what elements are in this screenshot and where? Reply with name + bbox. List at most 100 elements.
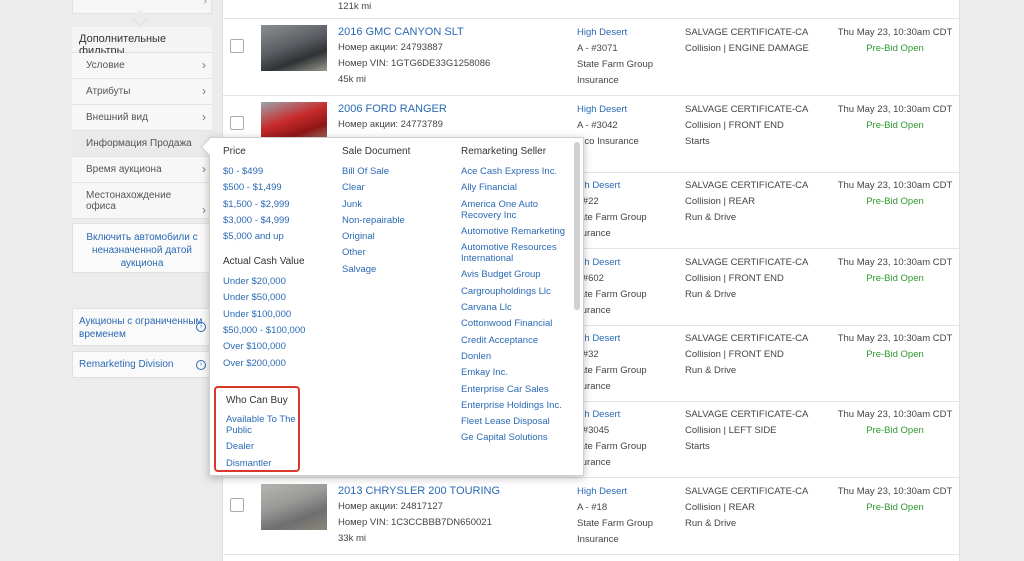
remarketing-option[interactable]: Fleet Lease Disposal (461, 416, 569, 427)
sale-document: SALVAGE CERTIFICATE-CA (685, 257, 809, 268)
filter-sale-info[interactable]: Информация Продажа (72, 131, 212, 157)
who-can-buy-option[interactable]: Dismantler (226, 458, 302, 469)
price-option[interactable]: $500 - $1,499 (223, 182, 333, 193)
vehicle-title-link[interactable]: 2016 GMC CANYON SLT (338, 26, 464, 38)
row-checkbox[interactable] (230, 498, 244, 512)
run-status: Run & Drive (685, 212, 737, 223)
status-badge: Pre-Bid Open (866, 502, 924, 513)
remarketing-option[interactable]: Automotive Remarketing (461, 226, 569, 237)
chevron-right-icon: › (202, 203, 206, 217)
vehicle-thumbnail[interactable] (261, 484, 327, 530)
vehicle-thumbnail[interactable] (261, 25, 327, 71)
table-row: 2016 GMC CANYON SLT Номер акции: 2479388… (223, 19, 961, 96)
seller: tate Farm Group (577, 441, 647, 452)
seller: State Farm Group (577, 59, 654, 70)
price-column: Price $0 - $499 $500 - $1,499 $1,500 - $… (223, 146, 333, 374)
remarketing-division-link[interactable]: Remarketing Division › (72, 351, 212, 378)
price-heading: Price (223, 146, 246, 157)
damage: Collision | FRONT END (685, 349, 784, 360)
filter-label: Время аукциона (86, 164, 162, 175)
filter-sidebar: › Дополнительные фильтры Условие › Атрибу… (72, 0, 212, 561)
seller: tate Farm Group (577, 289, 647, 300)
location-link[interactable]: High Desert (577, 104, 627, 115)
damage: Collision | ENGINE DAMAGE (685, 43, 809, 54)
acv-option[interactable]: $50,000 - $100,000 (223, 325, 333, 336)
sale-document-option[interactable]: Other (342, 247, 447, 258)
remarketing-option[interactable]: Enterprise Car Sales (461, 384, 569, 395)
acv-option[interactable]: Over $200,000 (223, 358, 333, 369)
damage: Collision | REAR (685, 502, 756, 513)
who-can-buy-option[interactable]: Dealer (226, 441, 302, 452)
run-status: Starts (685, 441, 710, 452)
acv-option[interactable]: Over $100,000 (223, 341, 333, 352)
seller: tate Farm Group (577, 365, 647, 376)
stock-number: Номер акции: 24817127 (338, 501, 443, 512)
damage: Collision | REAR (685, 196, 756, 207)
stock-number: Номер акции: 24793887 (338, 42, 443, 53)
timed-auctions-link[interactable]: Аукционы с ограниченным временем › (72, 308, 212, 346)
price-option[interactable]: $5,000 and up (223, 231, 333, 242)
status-badge: Pre-Bid Open (866, 273, 924, 284)
include-unscheduled-button[interactable]: Включить автомобили с неназначенной дато… (72, 223, 212, 273)
filter-condition[interactable]: Условие › (72, 53, 212, 79)
chevron-right-icon: › (203, 0, 207, 7)
filter-appearance[interactable]: Внешний вид › (72, 105, 212, 131)
filter-label: Внешний вид (86, 112, 148, 123)
remarketing-option[interactable]: Carvana Llc (461, 302, 569, 313)
row-checkbox[interactable] (230, 116, 244, 130)
auction-date: Thu May 23, 10:30am CDT (837, 333, 953, 344)
filter-attributes[interactable]: Атрибуты › (72, 79, 212, 105)
mileage: 45k mi (338, 74, 366, 85)
location-link[interactable]: High Desert (577, 486, 627, 497)
remarketing-option[interactable]: America One Auto Recovery Inc (461, 199, 569, 221)
filter-auction-time[interactable]: Время аукциона › (72, 157, 212, 183)
filter-office-location[interactable]: Местонахождение офиса › (72, 183, 212, 219)
remarketing-option[interactable]: Credit Acceptance (461, 335, 569, 346)
vehicle-title-link[interactable]: 2013 CHRYSLER 200 TOURING (338, 485, 500, 497)
remarketing-option[interactable]: Cargroupholdings Llc (461, 286, 569, 297)
filter-label: Условие (86, 60, 125, 71)
who-can-buy-highlight: Who Can Buy Available To The Public Deal… (214, 386, 300, 472)
acv-option[interactable]: Under $100,000 (223, 309, 333, 320)
run-status: Run & Drive (685, 289, 737, 300)
row-checkbox[interactable] (230, 39, 244, 53)
sale-document-option[interactable]: Junk (342, 199, 447, 210)
remarketing-option[interactable]: Ge Capital Solutions (461, 432, 569, 443)
lane: A - #18 (577, 502, 608, 513)
who-can-buy-option[interactable]: Available To The Public (226, 414, 302, 436)
sale-document-option[interactable]: Salvage (342, 264, 447, 275)
remarketing-option[interactable]: Emkay Inc. (461, 367, 569, 378)
sale-document-option[interactable]: Original (342, 231, 447, 242)
vin-number: Номер VIN: 1C3CCBBB7DN650021 (338, 517, 492, 528)
filter-label: Информация Продажа (86, 138, 192, 149)
sale-document-option[interactable]: Bill Of Sale (342, 166, 447, 177)
flyout-scrollbar[interactable] (574, 142, 580, 310)
price-option[interactable]: $0 - $499 (223, 166, 333, 177)
chevron-circle-icon: › (196, 359, 206, 370)
vehicle-title-link[interactable]: 2006 FORD RANGER (338, 103, 447, 115)
chevron-right-icon: › (202, 84, 206, 98)
remarketing-option[interactable]: Ally Financial (461, 182, 569, 193)
remarketing-option[interactable]: Enterprise Holdings Inc. (461, 400, 569, 411)
auction-date: Thu May 23, 10:30am CDT (837, 27, 953, 38)
remarketing-option[interactable]: Automotive Resources International (461, 242, 569, 264)
remarketing-option[interactable]: Ace Cash Express Inc. (461, 166, 569, 177)
remarketing-option[interactable]: Donlen (461, 351, 569, 362)
link-label: Remarketing Division (79, 359, 174, 370)
chevron-right-icon: › (202, 162, 206, 176)
seller: Insurance (577, 75, 619, 86)
price-option[interactable]: $1,500 - $2,999 (223, 199, 333, 210)
acv-option[interactable]: Under $50,000 (223, 292, 333, 303)
filter-label: Атрибуты (86, 86, 131, 97)
remarketing-option[interactable]: Avis Budget Group (461, 269, 569, 280)
sale-document-option[interactable]: Clear (342, 182, 447, 193)
damage: Collision | FRONT END (685, 120, 784, 131)
sale-document-option[interactable]: Non-repairable (342, 215, 447, 226)
status-badge: Pre-Bid Open (866, 120, 924, 131)
remarketing-option[interactable]: Cottonwood Financial (461, 318, 569, 329)
sale-document-column: Sale Document Bill Of Sale Clear Junk No… (342, 146, 447, 280)
price-option[interactable]: $3,000 - $4,999 (223, 215, 333, 226)
acv-option[interactable]: Under $20,000 (223, 276, 333, 287)
location-link[interactable]: High Desert (577, 27, 627, 38)
who-can-buy-heading: Who Can Buy (226, 395, 288, 406)
